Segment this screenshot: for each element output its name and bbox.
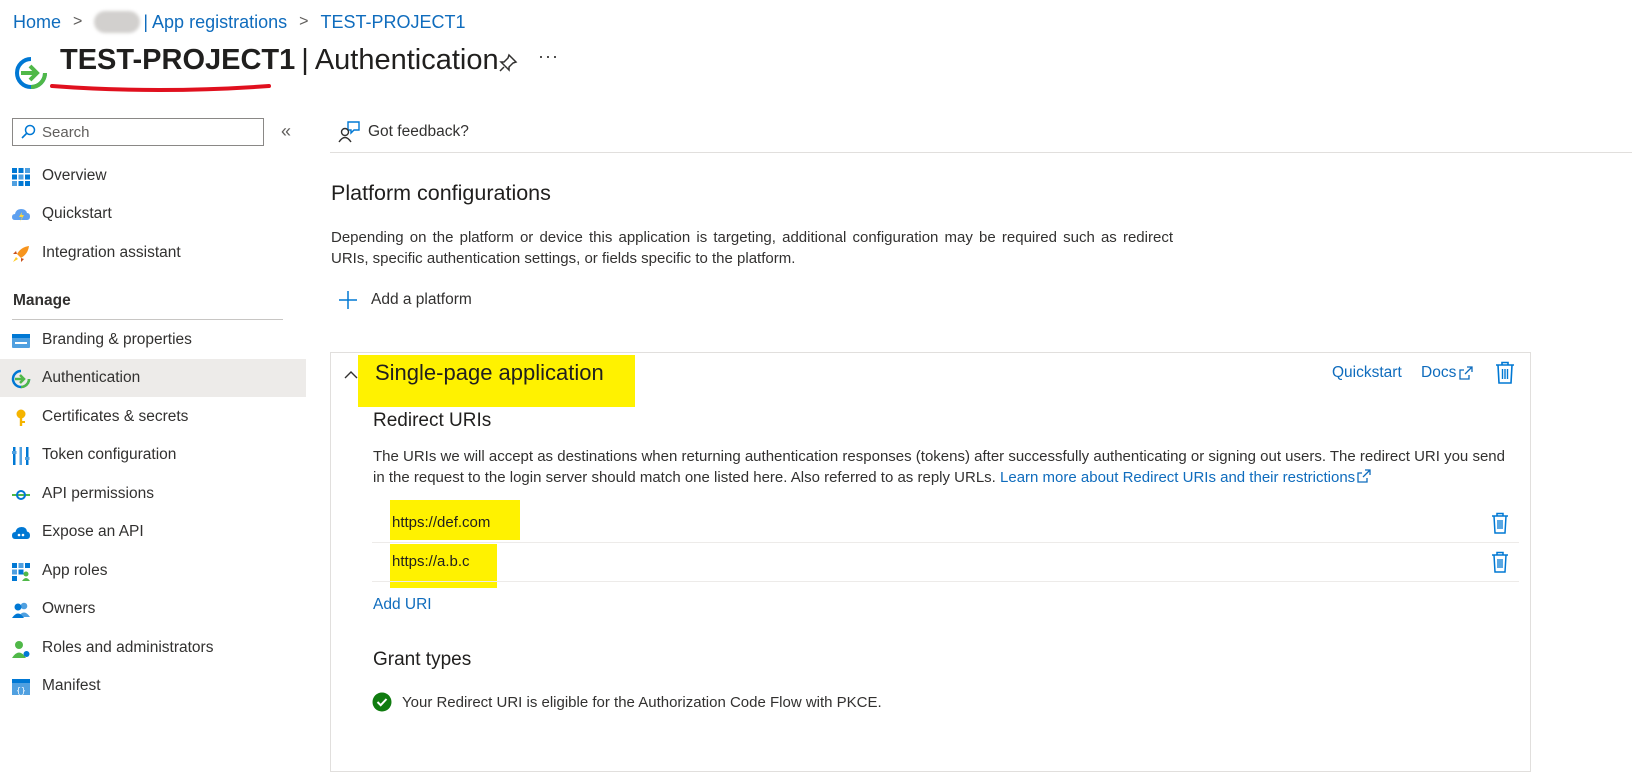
grant-status: Your Redirect URI is eligible for the Au… [372,692,882,712]
search-icon [21,124,36,139]
sidebar-item-roles-and-administrators[interactable]: Roles and administrators [0,629,306,667]
breadcrumb: Home > | App registrations > TEST-PROJEC… [13,11,466,33]
sidebar-item-label: Integration assistant [42,244,181,261]
sidebar-item-label: Quickstart [42,205,112,222]
learn-more-link[interactable]: Learn more about Redirect URIs and their… [1000,469,1355,486]
sidebar-item-label: Manifest [42,677,101,694]
docs-label: Docs [1421,364,1457,381]
redacted-tenant [94,11,141,33]
sidebar-item-manifest[interactable]: {} Manifest [0,667,306,705]
divider [12,319,283,320]
sidebar-item-label: Token configuration [42,446,177,463]
external-link-icon [1459,366,1473,380]
page-name: Authentication [314,44,499,76]
manifest-icon: {} [12,679,30,695]
owners-icon [12,602,30,618]
sidebar-item-app-roles[interactable]: App roles [0,552,306,590]
overview-grid-icon [12,168,30,186]
redirect-uri-row: https://a.b.c [372,543,1519,582]
manage-section-heading: Manage [13,292,71,309]
app-roles-icon [12,563,30,581]
sidebar-item-label: API permissions [42,485,154,502]
pin-icon[interactable] [497,52,519,74]
sidebar-item-quickstart[interactable]: Quickstart [0,195,306,233]
breadcrumb-home[interactable]: Home [13,12,61,33]
page-title: TEST-PROJECT1 | Authentication [60,44,499,77]
sidebar-item-authentication[interactable]: Authentication [0,359,306,397]
grant-status-text: Your Redirect URI is eligible for the Au… [402,693,882,711]
sidebar-item-label: Overview [42,167,107,184]
redirect-uris-description: The URIs we will accept as destinations … [373,446,1513,488]
add-platform-label: Add a platform [371,291,472,308]
collapse-sidebar-icon[interactable]: « [281,121,291,142]
platform-configurations-heading: Platform configurations [331,181,551,205]
redirect-uri-row: https://def.com [372,504,1519,543]
add-platform-button[interactable]: Add a platform [338,290,472,310]
redirect-uris-heading: Redirect URIs [373,410,492,431]
sidebar-item-owners[interactable]: Owners [0,590,306,628]
add-uri-link[interactable]: Add URI [373,596,432,614]
sidebar-item-expose-an-api[interactable]: Expose an API [0,513,306,551]
quickstart-link[interactable]: Quickstart [1332,364,1402,382]
breadcrumb-app-registrations[interactable]: | App registrations [143,12,287,33]
sidebar-item-certificates[interactable]: Certificates & secrets [0,398,306,436]
divider [330,152,1632,153]
sidebar-item-label: Authentication [42,369,141,386]
more-options-icon[interactable]: ··· [538,46,559,67]
sidebar-item-label: Owners [42,600,96,617]
spa-title: Single-page application [375,360,604,385]
branding-icon [12,334,30,348]
sidebar-item-label: Roles and administrators [42,639,214,656]
docs-link[interactable]: Docs [1421,364,1474,382]
breadcrumb-chevron-icon: > [299,13,309,30]
plus-icon [339,291,357,309]
cloud-lightning-icon [12,209,30,222]
sidebar-item-label: Expose an API [42,523,144,540]
authentication-icon [11,369,31,389]
search-input[interactable] [40,122,244,142]
roles-admin-icon [12,641,30,658]
sidebar-item-token-configuration[interactable]: Token configuration [0,436,306,474]
grant-types-heading: Grant types [373,649,472,670]
delete-platform-icon[interactable] [1494,361,1516,385]
search-box[interactable] [12,118,264,146]
token-bars-icon [12,447,30,465]
key-icon [16,409,26,426]
feedback-icon [338,121,360,143]
feedback-button[interactable]: Got feedback? [338,121,469,143]
svg-text:{}: {} [16,686,26,695]
delete-uri-icon[interactable] [1490,551,1510,573]
api-permissions-icon [12,490,30,500]
sidebar-item-label: App roles [42,562,108,579]
app-authentication-icon [15,57,47,89]
breadcrumb-chevron-icon: > [73,13,83,30]
sidebar-item-label: Branding & properties [42,331,192,348]
breadcrumb-project[interactable]: TEST-PROJECT1 [320,12,465,33]
project-name: TEST-PROJECT1 [60,44,296,76]
sidebar-item-label: Certificates & secrets [42,408,189,425]
sidebar-item-branding[interactable]: Branding & properties [0,321,306,359]
cloud-api-icon [12,527,30,539]
sidebar-item-integration-assistant[interactable]: Integration assistant [0,234,306,272]
redirect-uri-value[interactable]: https://def.com [392,514,490,531]
sidebar-item-overview[interactable]: Overview [0,157,306,195]
redirect-uri-value[interactable]: https://a.b.c [392,553,470,570]
feedback-label: Got feedback? [368,123,469,140]
red-underline-annotation [50,84,271,92]
sidebar-item-api-permissions[interactable]: API permissions [0,475,306,513]
external-link-icon [1357,469,1371,483]
delete-uri-icon[interactable] [1490,512,1510,534]
rocket-icon [13,246,29,262]
success-check-icon [372,692,392,712]
chevron-up-icon[interactable] [343,367,359,383]
title-separator: | [301,44,309,76]
platform-description: Depending on the platform or device this… [331,229,1173,267]
